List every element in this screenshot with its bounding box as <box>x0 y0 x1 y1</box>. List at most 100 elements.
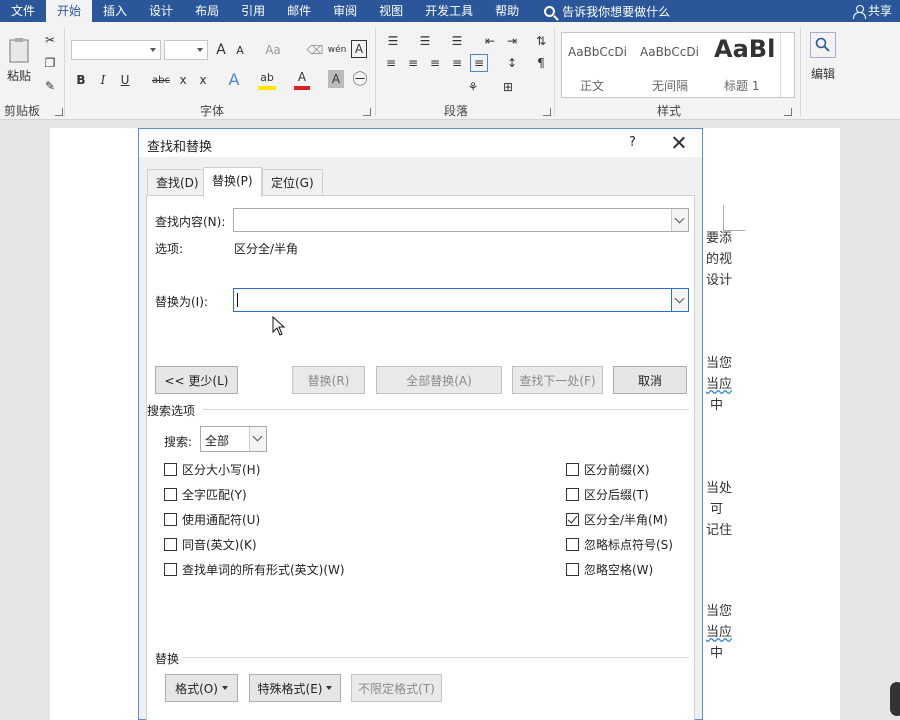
show-marks-icon[interactable]: ¶ <box>533 54 549 72</box>
styles-gallery[interactable]: AaBbCcDi 正文 AaBbCcDi 无间隔 AaBl 标题 1 <box>561 32 795 98</box>
copy-icon[interactable]: ❐ <box>42 55 58 71</box>
italic-icon[interactable]: I <box>96 70 110 90</box>
justify-icon[interactable]: ≡ <box>448 54 466 72</box>
tab-home[interactable]: 开始 <box>46 0 93 22</box>
text-effects-icon[interactable]: A <box>226 68 242 90</box>
style-normal[interactable]: AaBbCcDi 正文 <box>562 33 634 97</box>
checkbox-box[interactable] <box>164 463 177 476</box>
edit-label[interactable]: 编辑 <box>806 64 840 82</box>
no-formatting-button[interactable]: 不限定格式(T) <box>351 674 442 702</box>
checkbox-box[interactable] <box>164 488 177 501</box>
chevron-down-icon[interactable] <box>671 289 688 311</box>
checkbox-match-case[interactable]: 区分大小写(H) <box>164 461 260 478</box>
phonetic-guide-icon[interactable]: wén <box>328 40 347 60</box>
checkbox-whole-word[interactable]: 全字匹配(Y) <box>164 486 247 503</box>
align-center-icon[interactable]: ≡ <box>404 54 422 72</box>
checkbox-ignore-punct[interactable]: 忽略标点符号(S) <box>566 536 673 553</box>
checkbox-box[interactable] <box>164 538 177 551</box>
less-button[interactable]: << 更少(L) <box>155 366 238 394</box>
search-direction-select[interactable]: 全部 <box>200 426 267 452</box>
distributed-icon[interactable]: ≡ <box>470 54 488 72</box>
strikethrough-icon[interactable]: abc <box>150 70 172 90</box>
chevron-down-icon[interactable] <box>671 209 688 231</box>
format-button[interactable]: 格式(O) <box>165 674 238 702</box>
cut-icon[interactable]: ✂ <box>42 32 58 48</box>
increase-indent-icon[interactable]: ⇥ <box>503 32 521 50</box>
format-painter-icon[interactable]: ✎ <box>42 78 58 94</box>
checkbox-word-forms[interactable]: 查找单词的所有形式(英文)(W) <box>164 561 345 578</box>
style-heading-1[interactable]: AaBl 标题 1 <box>706 33 776 97</box>
checkbox-prefix[interactable]: 区分前缀(X) <box>566 461 650 478</box>
tab-developer[interactable]: 开发工具 <box>414 0 484 22</box>
replace-button[interactable]: 替换(R) <box>292 366 365 394</box>
character-border-icon[interactable]: A <box>351 40 367 58</box>
tell-me-search[interactable]: 告诉我你想要做什么 <box>544 3 670 20</box>
find-what-input[interactable] <box>233 208 689 232</box>
decrease-indent-icon[interactable]: ⇤ <box>481 32 499 50</box>
numbering-icon[interactable]: ☰ <box>414 32 436 50</box>
character-shading-icon[interactable]: A <box>328 70 344 88</box>
enclose-char-icon[interactable]: ㊀ <box>351 68 369 88</box>
checkbox-suffix[interactable]: 区分后缀(T) <box>566 486 649 503</box>
bold-icon[interactable]: B <box>74 70 88 90</box>
tab-goto[interactable]: 定位(G) <box>262 169 323 196</box>
dialog-titlebar[interactable]: 查找和替换 ? <box>139 129 702 157</box>
font-name-dropdown[interactable] <box>71 40 161 60</box>
cancel-button[interactable]: 取消 <box>613 366 687 394</box>
find-button[interactable] <box>810 32 836 58</box>
gallery-scroll[interactable] <box>780 33 794 97</box>
checkbox-box[interactable] <box>566 513 579 526</box>
checkbox-box[interactable] <box>566 488 579 501</box>
highlight-icon[interactable]: ab <box>258 68 276 90</box>
tab-replace[interactable]: 替换(P) <box>203 167 262 197</box>
style-no-spacing[interactable]: AaBbCcDi 无间隔 <box>634 33 706 97</box>
clipboard-launcher-icon[interactable] <box>55 108 63 116</box>
checkbox-box[interactable] <box>164 513 177 526</box>
checkbox-sounds-like[interactable]: 同音(英文)(K) <box>164 536 257 553</box>
superscript-icon[interactable]: x <box>196 70 210 90</box>
checkbox-width[interactable]: 区分全/半角(M) <box>566 511 668 528</box>
replace-all-button[interactable]: 全部替换(A) <box>376 366 502 394</box>
bullets-icon[interactable]: ☰ <box>382 32 404 50</box>
grow-font-icon[interactable]: A <box>213 40 229 60</box>
checkbox-box[interactable] <box>566 463 579 476</box>
tab-insert[interactable]: 插入 <box>92 0 138 22</box>
tab-design[interactable]: 设计 <box>138 0 184 22</box>
shading-icon[interactable]: ⚘ <box>462 78 484 96</box>
tab-find[interactable]: 查找(D) <box>147 169 208 196</box>
tab-references[interactable]: 引用 <box>230 0 276 22</box>
font-color-icon[interactable]: A <box>294 68 310 90</box>
paste-button[interactable]: 粘贴 <box>4 30 34 90</box>
checkbox-box[interactable] <box>566 538 579 551</box>
sort-icon[interactable]: ⇅ <box>533 32 549 50</box>
replace-with-input[interactable] <box>233 288 689 312</box>
styles-launcher-icon[interactable] <box>784 108 792 116</box>
checkbox-ignore-space[interactable]: 忽略空格(W) <box>566 561 653 578</box>
checkbox-wildcards[interactable]: 使用通配符(U) <box>164 511 260 528</box>
multilevel-list-icon[interactable]: ☰ <box>446 32 468 50</box>
checkbox-box[interactable] <box>566 563 579 576</box>
chevron-down-icon[interactable] <box>249 427 266 451</box>
clear-format-icon[interactable]: ⌫ <box>306 40 324 60</box>
special-button[interactable]: 特殊格式(E) <box>249 674 341 702</box>
line-spacing-icon[interactable]: ↕ <box>501 54 523 72</box>
find-next-button[interactable]: 查找下一处(F) <box>512 366 603 394</box>
checkbox-box[interactable] <box>164 563 177 576</box>
tab-view[interactable]: 视图 <box>368 0 414 22</box>
shrink-font-icon[interactable]: A <box>233 40 247 60</box>
underline-icon[interactable]: U <box>118 70 132 90</box>
font-launcher-icon[interactable] <box>363 108 371 116</box>
font-size-dropdown[interactable] <box>164 40 208 60</box>
share-button[interactable]: 共享 <box>852 0 892 22</box>
tab-mailings[interactable]: 邮件 <box>276 0 322 22</box>
tab-file[interactable]: 文件 <box>0 0 46 22</box>
borders-icon[interactable]: ⊞ <box>497 78 519 96</box>
tab-layout[interactable]: 布局 <box>184 0 230 22</box>
change-case-icon[interactable]: Aa <box>262 40 284 60</box>
help-button[interactable]: ? <box>629 135 636 150</box>
close-icon[interactable] <box>669 133 689 153</box>
tab-review[interactable]: 审阅 <box>322 0 368 22</box>
tab-help[interactable]: 帮助 <box>484 0 530 22</box>
align-right-icon[interactable]: ≡ <box>426 54 444 72</box>
subscript-icon[interactable]: x <box>176 70 190 90</box>
